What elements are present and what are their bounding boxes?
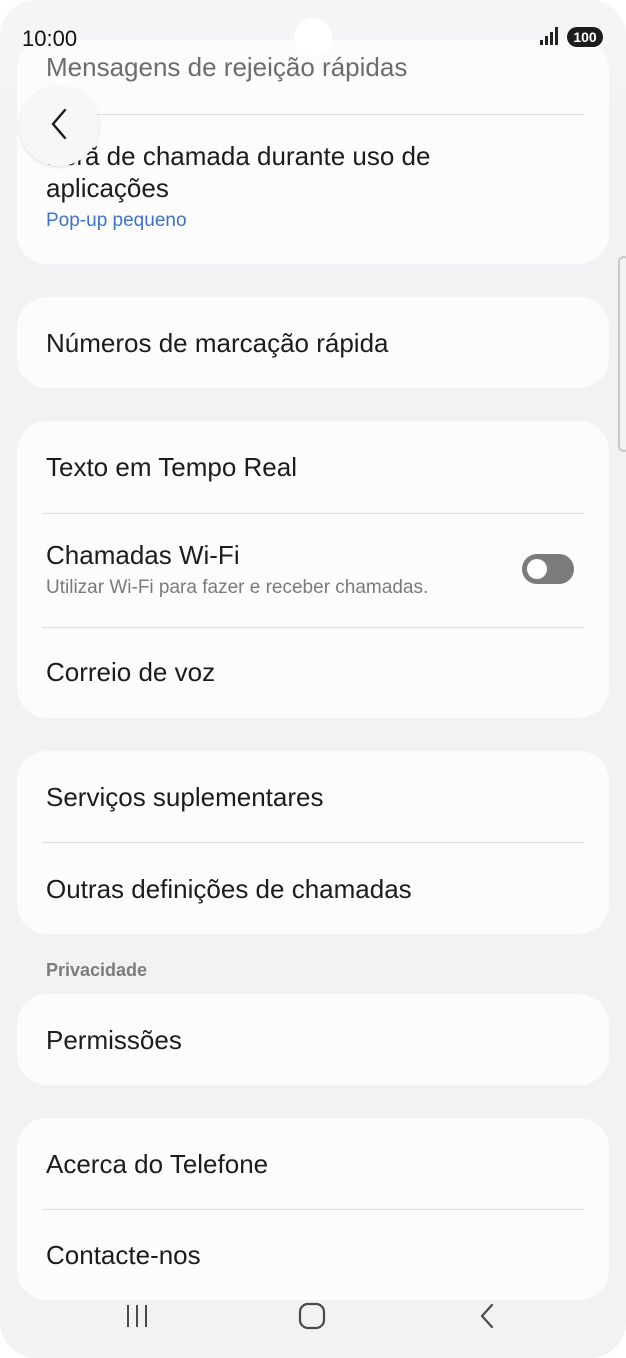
back-button[interactable] [19,86,99,166]
divider [42,513,584,514]
recent-apps-button[interactable] [107,1296,167,1340]
wifi-calling-item[interactable]: Chamadas Wi-Fi Utilizar Wi-Fi para fazer… [46,539,583,599]
speed-dial-card: Números de marcação rápida [17,297,609,388]
wifi-calling-subtitle: Utilizar Wi-Fi para fazer e receber cham… [46,577,429,598]
voicemail-item[interactable]: Correio de voz [46,656,583,688]
contact-us-item[interactable]: Contacte-nos [46,1239,583,1271]
rtt-item[interactable]: Texto em Tempo Real [46,451,583,483]
rtt-title: Texto em Tempo Real [46,452,297,482]
battery-icon: 100 [567,27,603,47]
signal-icon [540,27,562,50]
privacy-section-header: Privacidade [46,960,148,980]
speed-dial-item[interactable]: Números de marcação rápida [46,327,583,359]
status-time: 10:00 [22,26,78,51]
other-call-settings-item[interactable]: Outras definições de chamadas [46,873,583,905]
divider [42,842,584,843]
home-button[interactable] [282,1296,342,1340]
wifi-calling-toggle[interactable] [522,554,574,584]
permissions-card: Permissões [17,994,609,1085]
contact-us-title: Contacte-nos [46,1240,201,1270]
call-display-title: Ecrã de chamada durante uso de aplicaçõe… [46,141,431,203]
call-display-setting[interactable]: Ecrã de chamada durante uso de aplicaçõe… [46,140,583,232]
nav-back-icon [472,1301,502,1336]
other-call-settings-title: Outras definições de chamadas [46,874,412,904]
divider [42,114,584,115]
about-phone-title: Acerca do Telefone [46,1149,269,1179]
call-display-value: Pop-up pequeno [46,210,187,231]
permissions-item[interactable]: Permissões [46,1024,583,1056]
about-phone-item[interactable]: Acerca do Telefone [46,1148,583,1180]
recent-apps-icon [122,1301,152,1336]
supplementary-services-item[interactable]: Serviços suplementares [46,781,583,813]
chevron-left-icon [47,106,71,147]
permissions-title: Permissões [46,1025,182,1055]
wifi-calling-title: Chamadas Wi-Fi [46,540,240,570]
navigation-bar [0,1296,626,1346]
divider [42,627,584,628]
front-camera [294,18,332,56]
calling-options-card: Texto em Tempo Real Chamadas Wi-Fi Utili… [17,421,609,718]
about-card: Acerca do Telefone Contacte-nos [17,1118,609,1300]
phone-screen: Mensagens de rejeição rápidas 10:00 100 … [0,0,626,1358]
speed-dial-title: Números de marcação rápida [46,328,389,358]
toggle-knob [527,559,547,579]
more-settings-card: Serviços suplementares Outras definições… [17,751,609,934]
divider [42,1209,584,1210]
supplementary-services-title: Serviços suplementares [46,782,324,812]
status-bar: 10:00 100 [0,0,626,60]
nav-back-button[interactable] [457,1296,517,1340]
voicemail-title: Correio de voz [46,657,216,687]
scrollbar-handle[interactable] [618,256,626,452]
home-icon [297,1301,327,1336]
